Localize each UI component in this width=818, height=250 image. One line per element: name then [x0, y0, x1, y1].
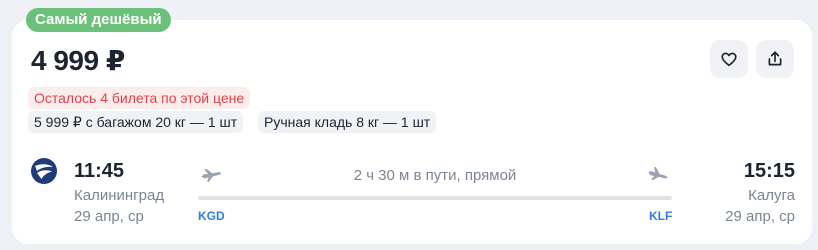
hand-luggage-chip: Ручная кладь 8 кг — 1 шт	[258, 111, 437, 133]
arrival-date: 29 апр, ср	[725, 208, 795, 225]
landing-plane-icon	[647, 166, 669, 182]
departure-iata: KGD	[198, 209, 225, 223]
airline-logo-icon	[30, 157, 58, 185]
share-button[interactable]	[756, 40, 794, 78]
route-line	[198, 196, 672, 200]
heart-icon	[720, 50, 738, 68]
arrival-time: 15:15	[743, 160, 795, 182]
seats-left-notice: Осталось 4 билета по этой цене	[28, 87, 251, 109]
flight-duration: 2 ч 30 м в пути, прямой	[353, 167, 517, 184]
departure-time: 11:45	[74, 160, 125, 182]
baggage-option-chip[interactable]: 5 999 ₽ с багажом 20 кг — 1 шт	[28, 111, 244, 133]
arrival-city: Калуга	[748, 187, 795, 204]
cheapest-badge: Самый дешёвый	[26, 8, 171, 32]
arrival-iata: KLF	[649, 209, 673, 223]
departure-date: 29 апр, ср	[74, 208, 144, 225]
favorite-button[interactable]	[710, 40, 748, 78]
share-icon	[766, 50, 784, 68]
departure-city: Калининград	[74, 187, 165, 204]
ticket-price: 4 999 ₽	[31, 45, 125, 76]
